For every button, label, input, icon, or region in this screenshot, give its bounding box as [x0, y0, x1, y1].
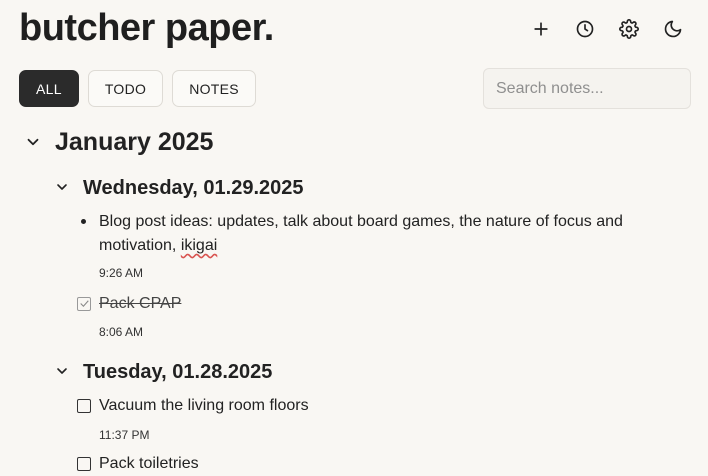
todo-checkbox[interactable]: [77, 457, 91, 471]
history-button[interactable]: [572, 16, 598, 42]
entry-timestamp: 8:06 AM: [99, 325, 144, 339]
month-collapse-toggle[interactable]: [24, 133, 42, 151]
filter-all-button[interactable]: ALL: [19, 70, 79, 107]
settings-button[interactable]: [616, 16, 642, 42]
filter-todo-button[interactable]: TODO: [87, 70, 164, 107]
todo-text[interactable]: Pack CPAP: [99, 292, 181, 316]
filter-tabs: ALL TODO NOTES: [19, 70, 256, 107]
entry-timestamp: 11:37 PM: [99, 428, 150, 442]
entry-timestamp: 9:26 AM: [99, 266, 144, 280]
todo-text[interactable]: Pack toiletries: [99, 452, 199, 476]
note-text-line2: motivation,: [99, 237, 181, 254]
spellcheck-flagged-word: ikigai: [180, 237, 218, 254]
day-heading: Wednesday, 01.29.2025: [83, 177, 304, 199]
chevron-down-icon: [57, 368, 67, 374]
gear-icon: [619, 19, 639, 39]
dark-mode-toggle[interactable]: [660, 16, 686, 42]
month-heading: January 2025: [55, 128, 214, 156]
app-title: butcher paper.: [19, 7, 274, 49]
todo-checkbox[interactable]: [77, 399, 91, 413]
todo-checkbox[interactable]: [77, 297, 91, 311]
day-heading: Tuesday, 01.28.2025: [83, 361, 273, 383]
search-input[interactable]: [483, 68, 691, 109]
chevron-down-icon: [27, 138, 39, 146]
note-text[interactable]: Blog post ideas: updates, talk about boa…: [99, 210, 623, 258]
moon-icon: [664, 20, 682, 38]
toolbar: [528, 16, 686, 42]
note-text-line1: Blog post ideas: updates, talk about boa…: [99, 213, 623, 230]
filter-notes-button[interactable]: NOTES: [172, 70, 256, 107]
day-collapse-toggle[interactable]: [54, 363, 70, 379]
plus-icon: [534, 22, 548, 36]
add-note-button[interactable]: [528, 16, 554, 42]
chevron-down-icon: [57, 184, 67, 190]
note-bullet: [81, 219, 86, 224]
checkmark-icon: [80, 300, 89, 307]
day-collapse-toggle[interactable]: [54, 179, 70, 195]
clock-icon: [576, 20, 594, 38]
todo-text[interactable]: Vacuum the living room floors: [99, 394, 309, 418]
